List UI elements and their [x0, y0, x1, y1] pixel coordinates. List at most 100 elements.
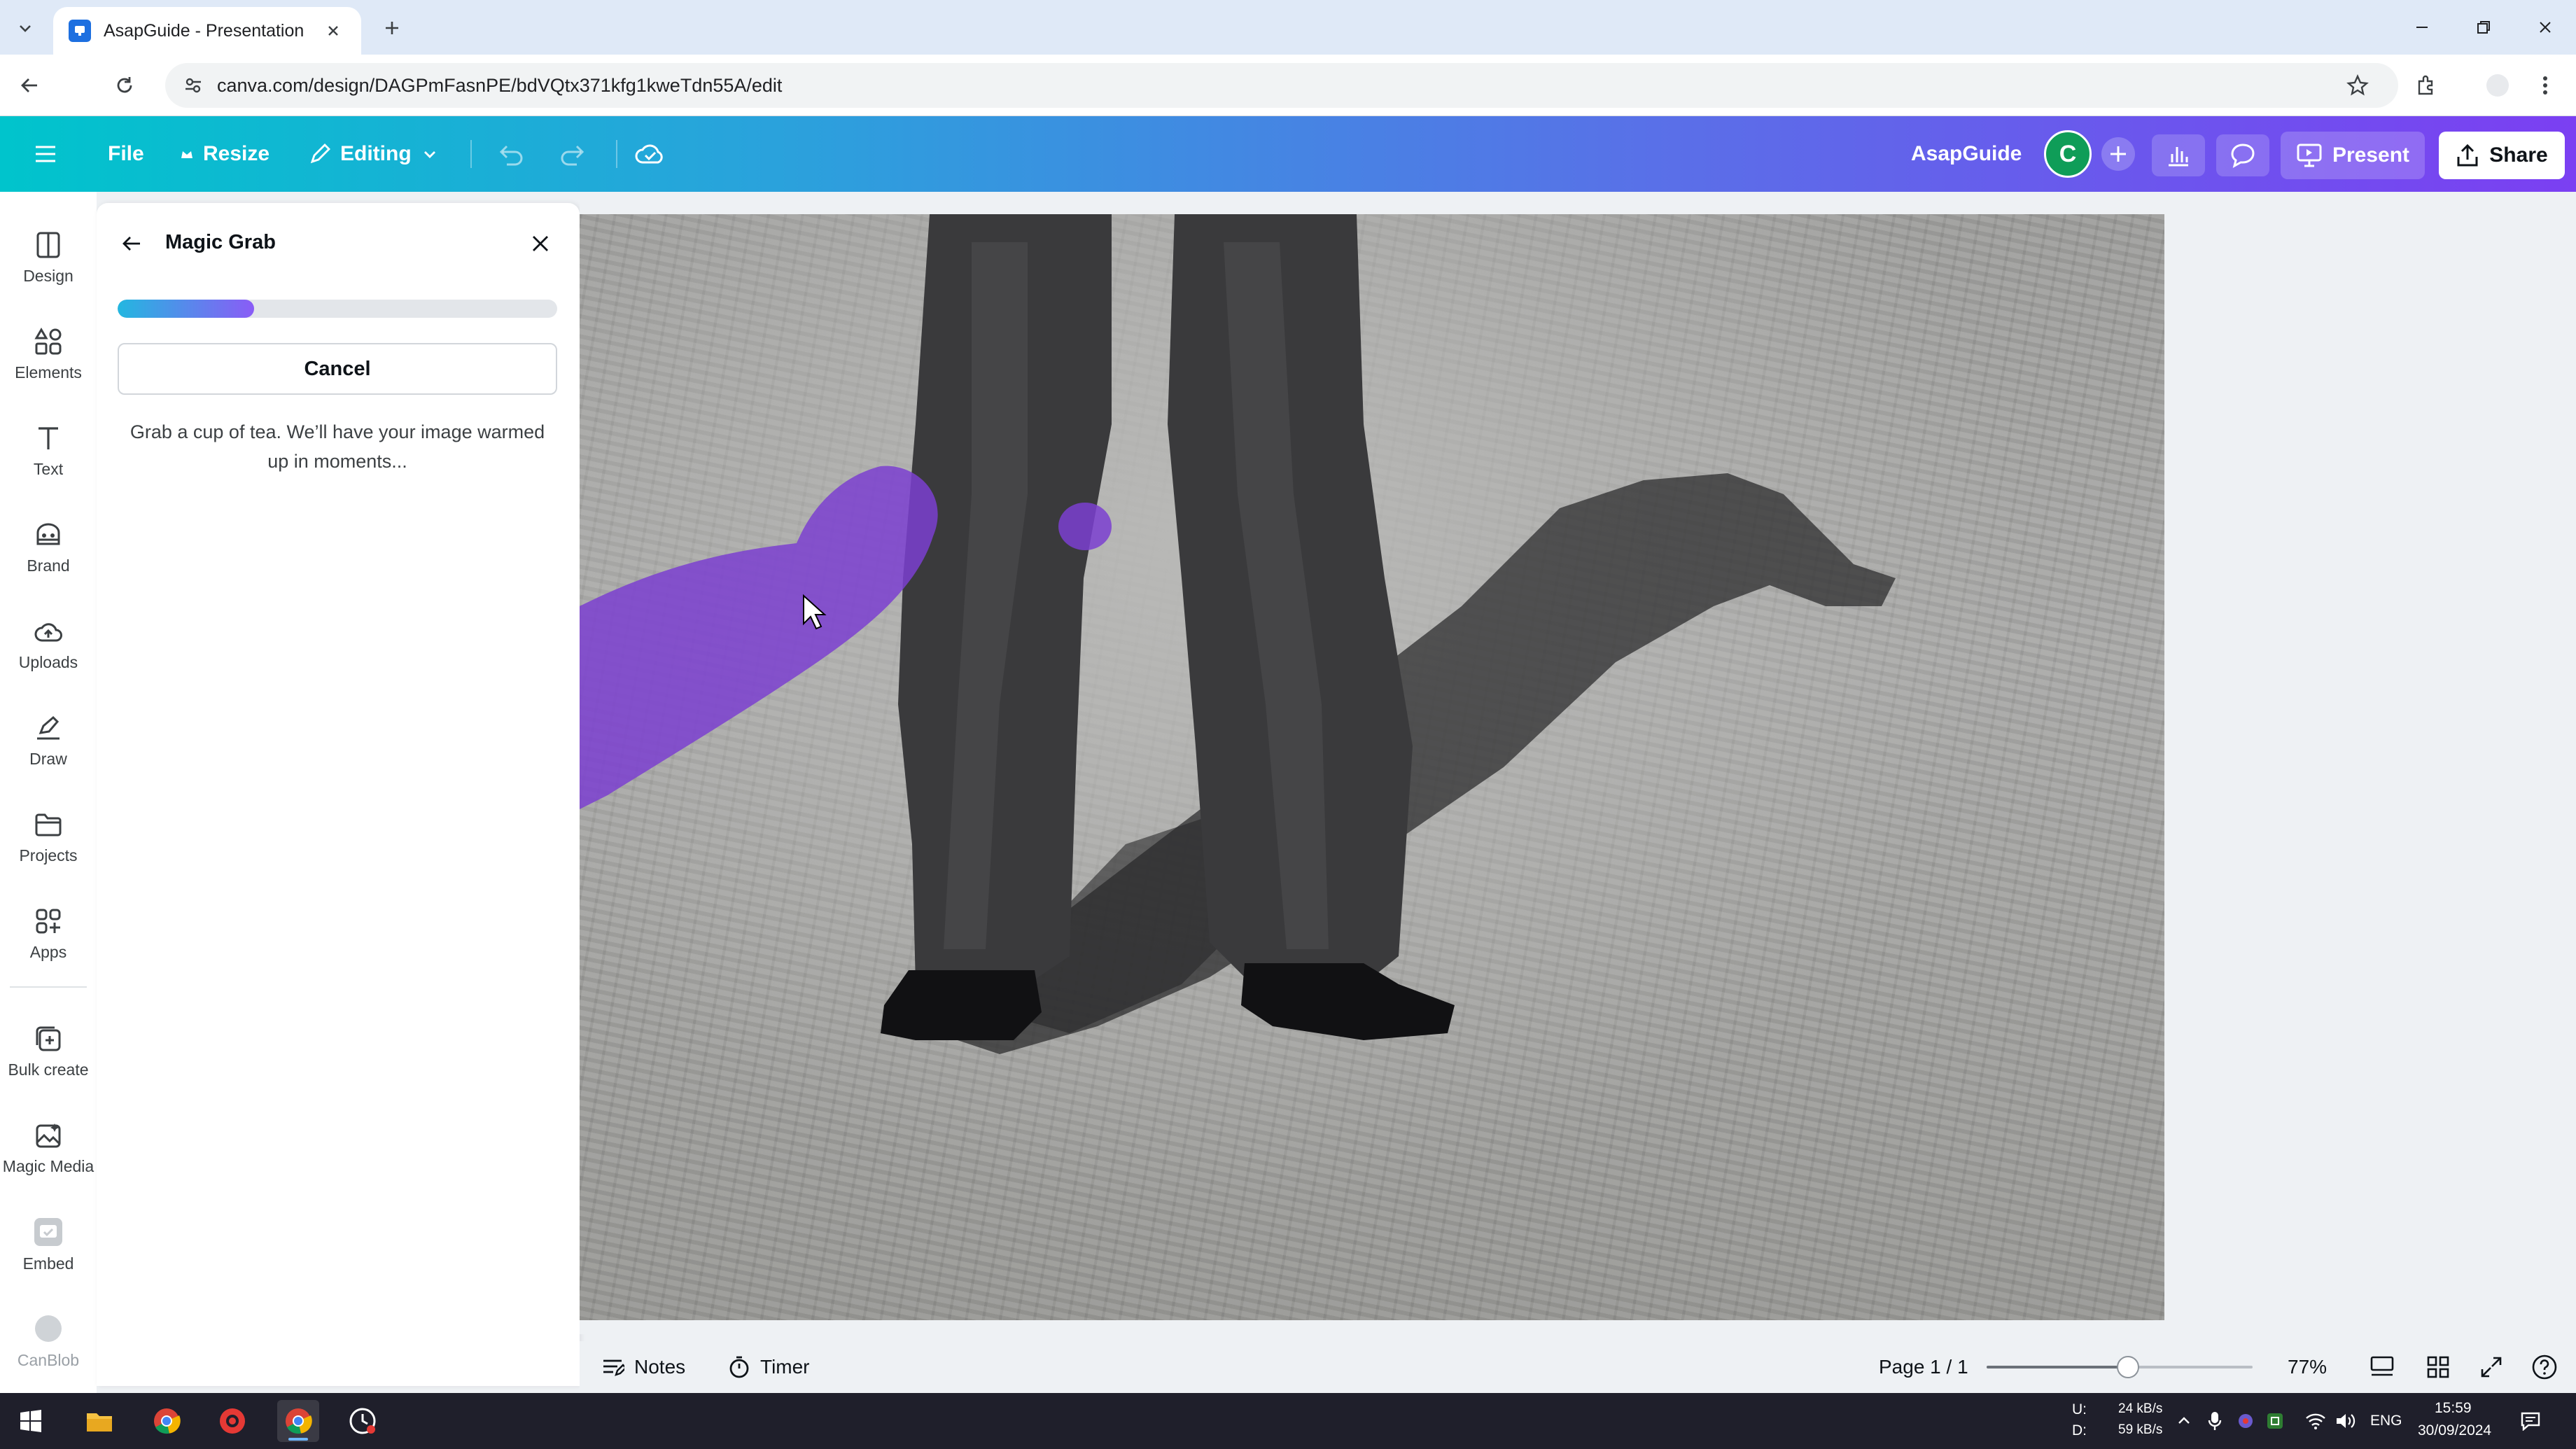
os-taskbar: U: D: 24 kB/s 59 kB/s ENG 15:59 30/09/20… — [0, 1393, 2576, 1449]
chrome-active-icon[interactable] — [277, 1400, 319, 1442]
team-name[interactable]: AsapGuide — [1911, 116, 2022, 192]
window-controls — [2391, 0, 2576, 55]
rail-item-label: Projects — [19, 846, 78, 864]
microphone-icon[interactable] — [2202, 1400, 2227, 1442]
magic-grab-panel: Magic Grab Cancel Grab a cup of tea. We’… — [97, 203, 580, 1386]
redo-icon — [559, 142, 588, 166]
new-tab-icon[interactable] — [378, 14, 406, 42]
net-download-label: D: — [2072, 1422, 2087, 1438]
save-status-button[interactable] — [634, 116, 666, 192]
zoom-percentage[interactable]: 77% — [2288, 1341, 2327, 1393]
screen-recorder-icon[interactable] — [211, 1400, 253, 1442]
tray-green-app-icon[interactable] — [2262, 1400, 2288, 1442]
input-language[interactable]: ENG — [2370, 1413, 2402, 1429]
page-indicator[interactable]: Page 1 / 1 — [1879, 1341, 1968, 1393]
zoom-slider-fill — [1987, 1366, 2128, 1368]
tray-app-icon[interactable] — [2233, 1400, 2258, 1442]
fullscreen-icon[interactable] — [2475, 1351, 2507, 1383]
rail-item-elements[interactable]: Elements — [0, 312, 97, 396]
notes-label: Notes — [634, 1356, 686, 1378]
editing-mode-dropdown[interactable]: Editing — [308, 116, 438, 192]
notifications-icon[interactable] — [2513, 1400, 2548, 1442]
rail-item-bulk-create[interactable]: Bulk create — [0, 1009, 97, 1093]
restore-icon[interactable] — [2453, 0, 2514, 55]
comments-button[interactable] — [2216, 134, 2269, 176]
file-explorer-icon[interactable] — [78, 1400, 120, 1442]
back-arrow-icon[interactable] — [115, 227, 148, 260]
tab-close-icon[interactable] — [321, 18, 346, 43]
reload-icon[interactable] — [109, 70, 140, 101]
close-icon[interactable] — [524, 227, 557, 260]
design-page[interactable] — [580, 214, 2164, 1320]
rail-item-label: Uploads — [18, 652, 78, 671]
rail-item-magic-media[interactable]: Magic Media — [0, 1106, 97, 1190]
file-menu-button[interactable]: File — [108, 116, 144, 192]
bookmark-star-icon[interactable] — [2341, 69, 2374, 102]
undo-button[interactable] — [496, 116, 525, 192]
rail-item-brand[interactable]: Brand — [0, 505, 97, 589]
main-menu-button[interactable] — [34, 116, 57, 192]
clock-app-icon[interactable] — [342, 1400, 384, 1442]
editing-label: Editing — [340, 142, 412, 165]
right-shoe — [1241, 963, 1455, 1040]
browser-tab[interactable]: AsapGuide - Presentation — [53, 7, 361, 55]
window-close-icon[interactable] — [2514, 0, 2576, 55]
design-icon — [34, 230, 63, 260]
minimize-icon[interactable] — [2391, 0, 2453, 55]
browser-menu-icon[interactable] — [2528, 69, 2562, 102]
redo-button[interactable] — [559, 116, 588, 192]
embed-icon — [33, 1217, 64, 1247]
windows-start-icon[interactable] — [10, 1400, 52, 1442]
timer-button[interactable]: Timer — [728, 1341, 810, 1393]
clock-date[interactable]: 30/09/2024 — [2418, 1422, 2491, 1439]
cloud-check-icon — [634, 141, 666, 167]
rail-item-design[interactable]: Design — [0, 216, 97, 300]
rail-item-projects[interactable]: Projects — [0, 795, 97, 879]
profile-avatar-icon[interactable] — [2481, 69, 2514, 102]
tab-search-chevron-icon[interactable] — [11, 14, 39, 42]
rail-separator — [10, 986, 87, 988]
timer-icon — [728, 1355, 750, 1379]
extensions-icon[interactable] — [2409, 69, 2443, 102]
resize-button[interactable]: Resize — [179, 116, 270, 192]
back-arrow-icon[interactable] — [14, 70, 45, 101]
rail-item-embed[interactable]: Embed — [0, 1203, 97, 1287]
loading-message: Grab a cup of tea. We’ll have your image… — [130, 421, 545, 472]
canvas-area — [580, 192, 2576, 1334]
zoom-slider-thumb[interactable] — [2116, 1356, 2139, 1378]
projects-icon — [34, 810, 63, 839]
invite-button[interactable] — [2100, 116, 2136, 192]
wifi-icon[interactable] — [2302, 1400, 2330, 1442]
notes-button[interactable]: Notes — [601, 1341, 685, 1393]
chrome-icon[interactable] — [146, 1400, 188, 1442]
user-avatar[interactable]: C — [2044, 130, 2092, 178]
share-button[interactable]: Share — [2439, 132, 2565, 179]
site-info-icon[interactable] — [183, 76, 203, 95]
photo-legs-on-pavement — [580, 214, 1896, 1054]
clock-time[interactable]: 15:59 — [2435, 1400, 2472, 1417]
rail-item-draw[interactable]: Draw — [0, 699, 97, 783]
canva-favicon-icon — [69, 20, 91, 42]
help-icon[interactable] — [2528, 1351, 2561, 1383]
grid-view-icon[interactable] — [2422, 1351, 2454, 1383]
rail-item-uploads[interactable]: Uploads — [0, 602, 97, 686]
toolbar-divider — [616, 140, 617, 168]
page-view-icon[interactable] — [2366, 1351, 2398, 1383]
rail-item-label: Elements — [15, 363, 82, 382]
chevron-down-icon — [421, 146, 438, 162]
cancel-button[interactable]: Cancel — [118, 343, 557, 395]
rail-item-label: Apps — [29, 942, 67, 961]
rail-item-canblob[interactable]: CanBlob — [0, 1299, 97, 1383]
uploads-icon — [34, 617, 63, 646]
insights-button[interactable] — [2152, 134, 2205, 176]
zoom-slider[interactable] — [1987, 1356, 2253, 1378]
net-upload-label: U: — [2072, 1401, 2087, 1418]
tray-chevron-up-icon[interactable] — [2170, 1400, 2198, 1442]
address-bar: canva.com/design/DAGPmFasnPE/bdVQtx371kf… — [0, 55, 2576, 116]
present-button[interactable]: Present — [2281, 132, 2425, 179]
side-rail: Design Elements Text Brand Uploads Draw … — [0, 192, 97, 1393]
volume-icon[interactable] — [2331, 1400, 2359, 1442]
rail-item-text[interactable]: Text — [0, 409, 97, 493]
url-field[interactable]: canva.com/design/DAGPmFasnPE/bdVQtx371kf… — [165, 63, 2398, 108]
rail-item-apps[interactable]: Apps — [0, 892, 97, 976]
